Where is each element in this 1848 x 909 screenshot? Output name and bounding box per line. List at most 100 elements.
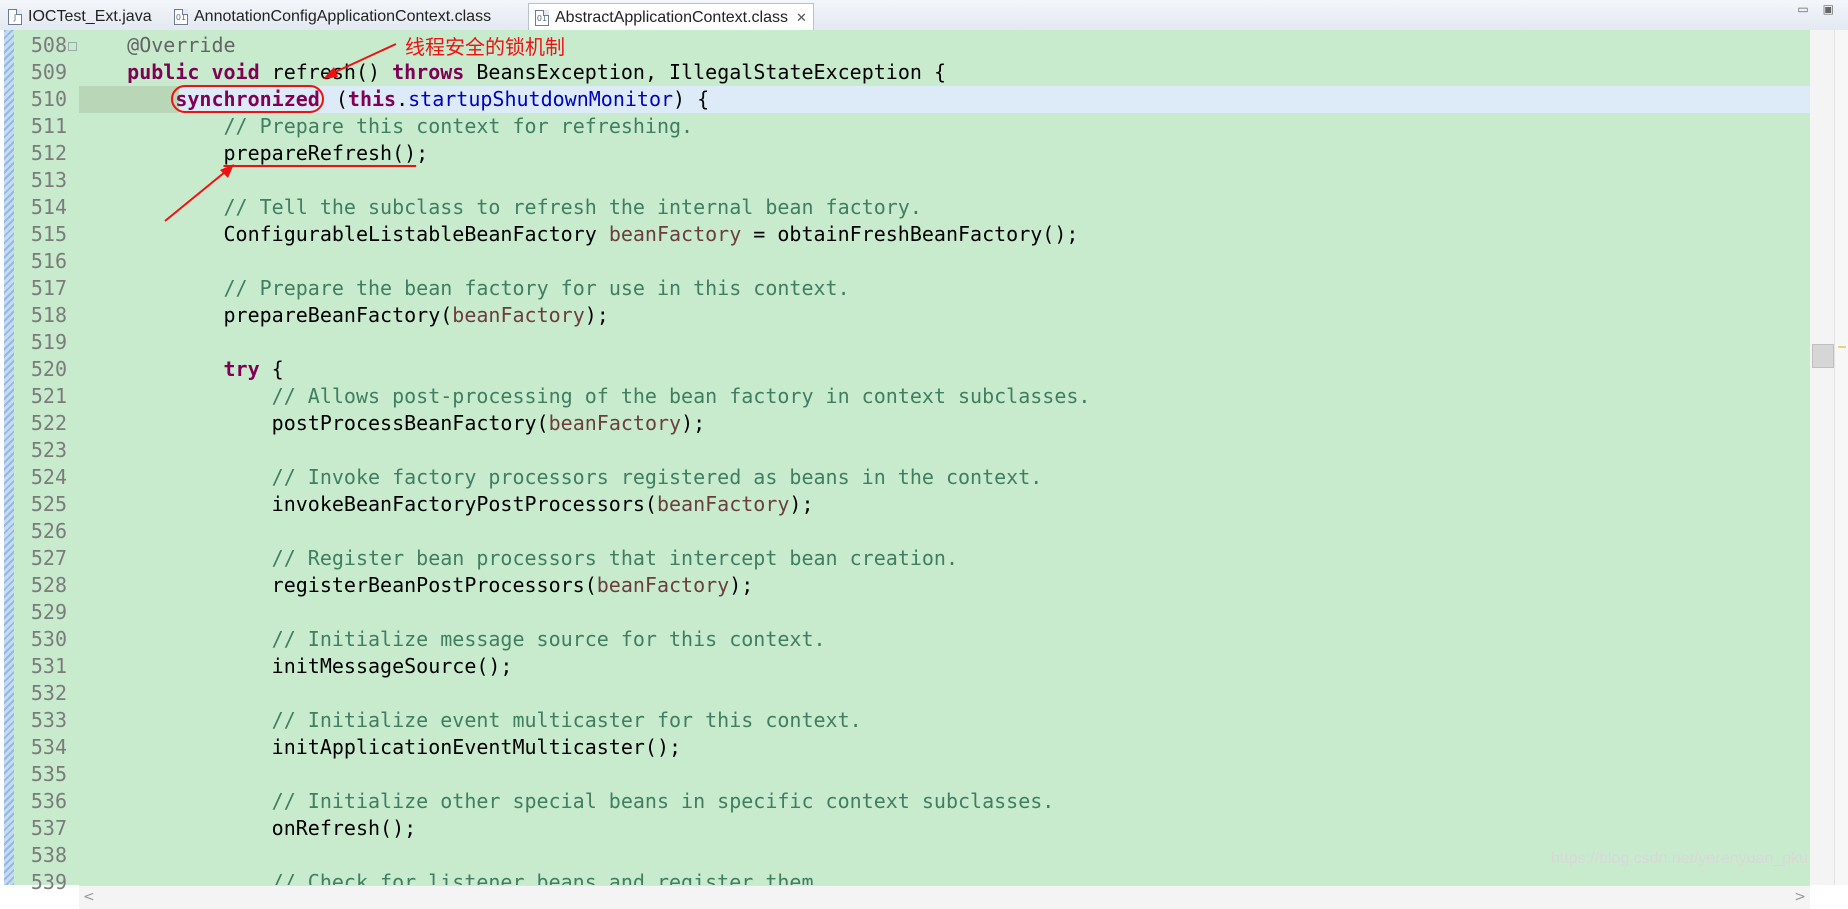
code-line[interactable]: initApplicationEventMulticaster();: [79, 734, 1810, 761]
gutter-line: 518: [14, 302, 79, 329]
vertical-scrollbar-thumb[interactable]: [1812, 344, 1834, 368]
code-token: public: [127, 60, 200, 84]
code-line[interactable]: // Register bean processors that interce…: [79, 545, 1810, 572]
code-line[interactable]: registerBeanPostProcessors(beanFactory);: [79, 572, 1810, 599]
code-line[interactable]: invokeBeanFactoryPostProcessors(beanFact…: [79, 491, 1810, 518]
code-line[interactable]: [79, 680, 1810, 707]
gutter-line: 538: [14, 842, 79, 869]
line-number: 534: [30, 735, 67, 759]
line-number: 512: [30, 141, 67, 165]
code-token: {: [259, 357, 284, 381]
code-line[interactable]: public void refresh() throws BeansExcept…: [79, 59, 1810, 86]
code-line[interactable]: [79, 437, 1810, 464]
code-line[interactable]: // Tell the subclass to refresh the inte…: [79, 194, 1810, 221]
gutter-line: 510: [14, 86, 79, 113]
code-area[interactable]: @Override public void refresh() throws B…: [79, 30, 1810, 885]
code-line[interactable]: initMessageSource();: [79, 653, 1810, 680]
code-line[interactable]: postProcessBeanFactory(beanFactory);: [79, 410, 1810, 437]
scroll-left-icon[interactable]: <: [83, 889, 95, 905]
code-token: try: [223, 357, 260, 381]
gutter-line: 522: [14, 410, 79, 437]
code-line[interactable]: synchronized (this.startupShutdownMonito…: [79, 85, 1810, 113]
code-editor[interactable]: 508 509 510 511 512 513 514 515 516 517 518 519 520 5…: [0, 30, 1848, 909]
gutter-line: 534: [14, 734, 79, 761]
tab-ioctest-ext-java[interactable]: J IOCTest_Ext.java: [2, 3, 158, 30]
close-icon[interactable]: ✕: [796, 10, 807, 26]
tab-abstract-application-context[interactable]: 01 AbstractApplicationContext.class ✕: [528, 3, 814, 31]
line-number: 518: [30, 303, 67, 327]
code-line[interactable]: @Override: [79, 32, 1810, 59]
gutter-line: 515: [14, 221, 79, 248]
line-number: 510: [30, 87, 67, 111]
line-number: 537: [30, 816, 67, 840]
change-ruler: [4, 30, 14, 885]
code-line[interactable]: [79, 518, 1810, 545]
code-token: // Prepare the bean factory for use in t…: [223, 276, 850, 300]
vertical-scrollbar[interactable]: [1810, 30, 1834, 885]
class-file-icon: 01: [174, 8, 188, 25]
class-file-icon: 01: [535, 9, 549, 26]
overview-marker[interactable]: [1838, 346, 1846, 348]
gutter-line: 528: [14, 572, 79, 599]
line-number: 515: [30, 222, 67, 246]
maximize-icon[interactable]: ▣: [1823, 2, 1834, 16]
code-line[interactable]: // Check for listener beans and register…: [79, 869, 1810, 885]
code-token: ) {: [673, 87, 710, 111]
code-line[interactable]: try {: [79, 356, 1810, 383]
code-line[interactable]: [79, 329, 1810, 356]
code-token: startupShutdownMonitor: [408, 87, 674, 111]
code-line[interactable]: [79, 599, 1810, 626]
fold-toggle-icon[interactable]: [68, 42, 77, 51]
code-line[interactable]: // Initialize message source for this co…: [79, 626, 1810, 653]
code-line[interactable]: // Allows post-processing of the bean fa…: [79, 383, 1810, 410]
code-token: invokeBeanFactoryPostProcessors(: [79, 492, 657, 516]
code-token: );: [584, 303, 609, 327]
gutter-line: 508: [14, 32, 79, 59]
code-token: beanFactory: [548, 411, 682, 435]
code-line[interactable]: // Initialize event multicaster for this…: [79, 707, 1810, 734]
code-line[interactable]: // Prepare the bean factory for use in t…: [79, 275, 1810, 302]
code-token: onRefresh();: [79, 816, 417, 840]
line-number: 524: [30, 465, 67, 489]
highlighted-keyword: synchronized: [171, 85, 324, 113]
code-token: initApplicationEventMulticaster();: [79, 735, 682, 759]
code-token: // Initialize message source for this co…: [271, 627, 826, 651]
code-token: throws: [392, 60, 465, 84]
minimize-icon[interactable]: ▭: [1797, 2, 1808, 16]
tab-label: AnnotationConfigApplicationContext.class: [194, 7, 492, 25]
code-token: // Initialize event multicaster for this…: [271, 708, 862, 732]
code-token: // Check for listener beans and register…: [271, 870, 826, 885]
line-number: 514: [30, 195, 67, 219]
gutter-line: 520: [14, 356, 79, 383]
horizontal-scrollbar[interactable]: < >: [79, 885, 1810, 909]
gutter-line: 519: [14, 329, 79, 356]
code-line[interactable]: prepareRefresh();: [79, 140, 1810, 167]
code-line[interactable]: // Invoke factory processors registered …: [79, 464, 1810, 491]
scroll-right-icon[interactable]: >: [1794, 889, 1806, 905]
code-line[interactable]: // Prepare this context for refreshing.: [79, 113, 1810, 140]
line-number: 536: [30, 789, 67, 813]
code-line[interactable]: // Initialize other special beans in spe…: [79, 788, 1810, 815]
gutter-line: 529: [14, 599, 79, 626]
code-line[interactable]: onRefresh();: [79, 815, 1810, 842]
gutter-line: 537: [14, 815, 79, 842]
gutter-line: 536: [14, 788, 79, 815]
code-line[interactable]: [79, 167, 1810, 194]
code-line[interactable]: ConfigurableListableBeanFactory beanFact…: [79, 221, 1810, 248]
gutter-line: 532: [14, 680, 79, 707]
code-token: beanFactory: [452, 303, 585, 327]
tab-annotation-config-application-context[interactable]: 01 AnnotationConfigApplicationContext.cl…: [168, 3, 497, 30]
code-line[interactable]: [79, 761, 1810, 788]
code-line[interactable]: prepareBeanFactory(beanFactory);: [79, 302, 1810, 329]
code-line[interactable]: [79, 248, 1810, 275]
gutter-line: 511: [14, 113, 79, 140]
